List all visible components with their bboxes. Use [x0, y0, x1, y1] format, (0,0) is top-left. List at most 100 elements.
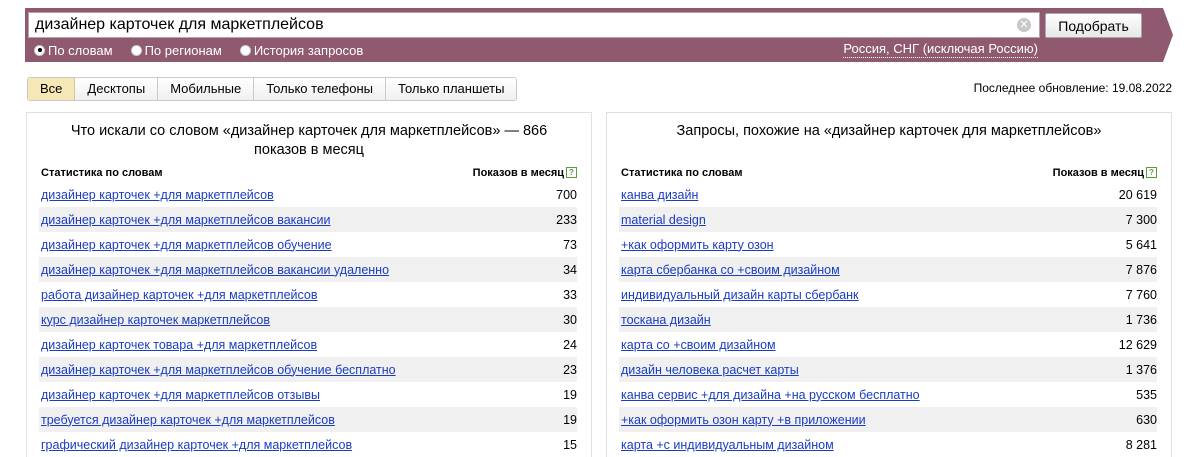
table-header: Статистика по словам Показов в месяц? — [621, 167, 1157, 183]
search-input[interactable] — [35, 15, 1005, 35]
table-row: карта со +своим дизайном 12 629 — [619, 332, 1157, 357]
keyword-link[interactable]: дизайнер карточек +для маркетплейсов обу… — [41, 238, 332, 252]
impressions-count: 33 — [563, 287, 577, 302]
search-mode-group: По словам По регионам История запросов — [34, 41, 381, 59]
keyword-link[interactable]: дизайн человека расчет карты — [621, 363, 799, 377]
impressions-count: 233 — [556, 212, 577, 227]
radio-icon[interactable] — [239, 44, 251, 56]
clear-icon[interactable]: ✕ — [1017, 18, 1031, 32]
keyword-list: канва дизайн 20 619 material design 7 300 +к… — [619, 182, 1157, 457]
keyword-link[interactable]: курс дизайнер карточек маркетплейсов — [41, 313, 270, 327]
keyword-link[interactable]: дизайнер карточек +для маркетплейсов вак… — [41, 263, 389, 277]
mode-label: По регионам — [144, 42, 222, 58]
impressions-count: 12 629 — [1118, 337, 1157, 352]
column-header-count: Показов в месяц? — [473, 167, 577, 183]
keyword-list: дизайнер карточек +для маркетплейсов 700 д… — [39, 182, 577, 457]
keyword-link[interactable]: дизайнер карточек +для маркетплейсов отз… — [41, 388, 320, 402]
tab-all[interactable]: Все — [28, 78, 76, 100]
impressions-count: 24 — [563, 337, 577, 352]
words-panel: Что искали со словом «дизайнер карточек … — [26, 112, 592, 457]
keyword-link[interactable]: требуется дизайнер карточек +для маркетп… — [41, 413, 335, 427]
keyword-link[interactable]: индивидуальный дизайн карты сбербанк — [621, 288, 859, 302]
impressions-count: 7 300 — [1125, 212, 1157, 227]
keyword-link[interactable]: +как оформить карту озон — [621, 238, 774, 252]
impressions-count: 7 876 — [1125, 262, 1157, 277]
table-row: канва сервис +для дизайна +на русском бе… — [619, 382, 1157, 407]
keyword-link[interactable]: канва дизайн — [621, 188, 698, 202]
table-row: карта сбербанка со +своим дизайном 7 876 — [619, 257, 1157, 282]
help-icon[interactable]: ? — [1146, 167, 1157, 178]
keyword-link[interactable]: +как оформить озон карту +в приложении — [621, 413, 866, 427]
tab-tablets-only[interactable]: Только планшеты — [386, 78, 517, 100]
table-row: дизайнер карточек +для маркетплейсов обу… — [39, 357, 577, 382]
radio-icon[interactable] — [34, 44, 45, 56]
table-row: дизайнер карточек +для маркетплейсов вак… — [39, 207, 577, 232]
impressions-count: 5 641 — [1125, 237, 1157, 252]
column-header-keyword: Статистика по словам — [41, 167, 163, 179]
column-header-keyword: Статистика по словам — [621, 167, 743, 179]
panel-title: Запросы, похожие на «дизайнер карточек д… — [676, 123, 1102, 139]
impressions-count: 8 281 — [1125, 437, 1157, 452]
tab-phones-only[interactable]: Только телефоны — [254, 78, 387, 100]
mode-by-regions[interactable]: По регионам — [130, 42, 222, 58]
impressions-count: 20 619 — [1118, 187, 1157, 202]
impressions-count: 1 376 — [1125, 362, 1157, 377]
keyword-link[interactable]: графический дизайнер карточек +для марке… — [41, 438, 352, 452]
keyword-link[interactable]: дизайнер карточек +для маркетплейсов вак… — [41, 213, 330, 227]
impressions-count: 19 — [563, 412, 577, 427]
tab-desktop[interactable]: Десктопы — [75, 78, 159, 100]
search-bar: ✕ Подобрать По словам По регионам Истори… — [0, 8, 1198, 62]
table-header: Статистика по словам Показов в месяц? — [41, 167, 577, 183]
column-header-count: Показов в месяц? — [1053, 167, 1157, 183]
impressions-count: 7 760 — [1125, 287, 1157, 302]
table-row: графический дизайнер карточек +для марке… — [39, 432, 577, 457]
table-row: канва дизайн 20 619 — [619, 182, 1157, 207]
keyword-link[interactable]: дизайнер карточек +для маркетплейсов обу… — [41, 363, 396, 377]
keyword-link[interactable]: канва сервис +для дизайна +на русском бе… — [621, 388, 920, 402]
impressions-count: 23 — [563, 362, 577, 377]
impressions-count: 34 — [563, 262, 577, 277]
mode-label: История запросов — [253, 42, 364, 58]
table-row: дизайнер карточек +для маркетплейсов обу… — [39, 232, 577, 257]
region-selector-link[interactable]: Россия, СНГ (исключая Россию) — [843, 41, 1038, 58]
table-row: индивидуальный дизайн карты сбербанк 7 76… — [619, 282, 1157, 307]
table-row: тоскана дизайн 1 736 — [619, 307, 1157, 332]
keyword-link[interactable]: material design — [621, 213, 706, 227]
device-tabs: Все Десктопы Мобильные Только телефоны Т… — [27, 77, 518, 101]
impressions-count: 1 736 — [1125, 312, 1157, 327]
keyword-link[interactable]: дизайнер карточек +для маркетплейсов — [41, 188, 274, 202]
tab-mobile[interactable]: Мобильные — [158, 78, 255, 100]
keyword-link[interactable]: дизайнер карточек товара +для маркетплей… — [41, 338, 317, 352]
table-row: курс дизайнер карточек маркетплейсов 30 — [39, 307, 577, 332]
table-row: дизайнер карточек +для маркетплейсов 700 — [39, 182, 577, 207]
mode-by-words[interactable]: По словам — [34, 43, 113, 58]
radio-icon[interactable] — [130, 44, 142, 56]
keyword-link[interactable]: карта со +своим дизайном — [621, 338, 776, 352]
table-row: дизайнер карточек +для маркетплейсов вак… — [39, 257, 577, 282]
table-row: дизайн человека расчет карты 1 376 — [619, 357, 1157, 382]
table-row: дизайнер карточек товара +для маркетплей… — [39, 332, 577, 357]
last-update-text: Последнее обновление: 19.08.2022 — [973, 81, 1172, 95]
keyword-link[interactable]: работа дизайнер карточек +для маркетплей… — [41, 288, 318, 302]
table-row: material design 7 300 — [619, 207, 1157, 232]
keyword-link[interactable]: карта сбербанка со +своим дизайном — [621, 263, 840, 277]
table-row: карта +с индивидуальным дизайном 8 281 — [619, 432, 1157, 457]
keyword-link[interactable]: тоскана дизайн — [621, 313, 711, 327]
impressions-count: 15 — [563, 437, 577, 452]
mode-label: По словам — [48, 42, 113, 58]
table-row: работа дизайнер карточек +для маркетплей… — [39, 282, 577, 307]
table-row: дизайнер карточек +для маркетплейсов отз… — [39, 382, 577, 407]
help-icon[interactable]: ? — [566, 167, 577, 178]
impressions-count: 535 — [1136, 387, 1157, 402]
impressions-count: 30 — [563, 312, 577, 327]
impressions-count: 700 — [556, 187, 577, 202]
impressions-count: 19 — [563, 387, 577, 402]
search-field[interactable]: ✕ — [28, 12, 1040, 38]
impressions-count: 630 — [1136, 412, 1157, 427]
mode-history[interactable]: История запросов — [239, 42, 364, 58]
submit-button[interactable]: Подобрать — [1045, 13, 1142, 38]
panel-title: Что искали со словом «дизайнер карточек … — [70, 123, 548, 158]
keyword-link[interactable]: карта +с индивидуальным дизайном — [621, 438, 834, 452]
table-row: требуется дизайнер карточек +для маркетп… — [39, 407, 577, 432]
similar-queries-panel: Запросы, похожие на «дизайнер карточек д… — [606, 112, 1172, 457]
